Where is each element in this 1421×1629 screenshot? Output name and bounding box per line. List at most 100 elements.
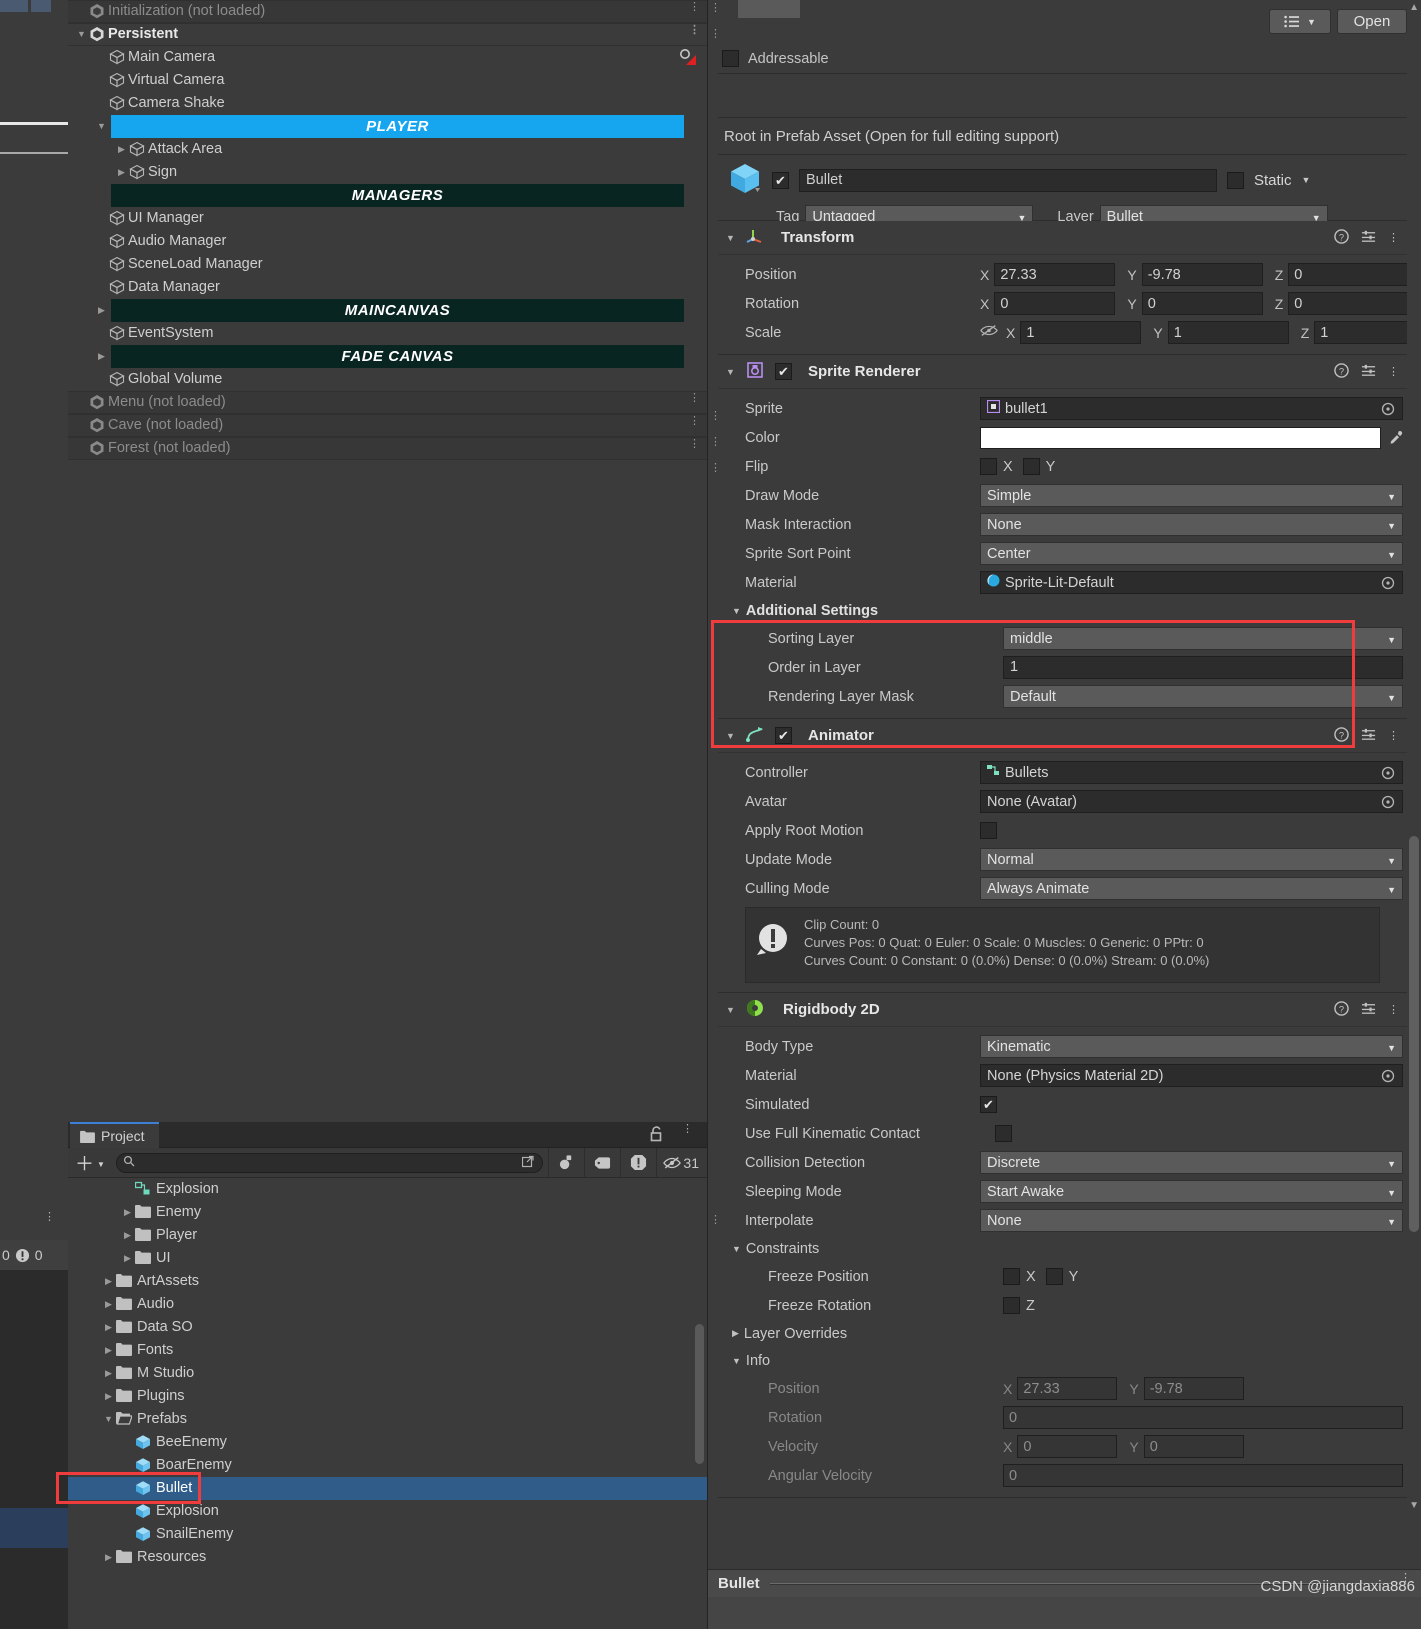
scroll-up-arrow-icon[interactable]: ▲ [1409,2,1419,13]
sorting-layer-dropdown[interactable]: middle ▼ [1003,627,1403,650]
use-full-kinematic-checkbox[interactable] [995,1125,1012,1142]
hierarchy-row[interactable]: ▶ Attack Area [68,138,707,161]
filter-type-button[interactable] [548,1147,584,1178]
hierarchy-row[interactable]: · Audio Manager [68,230,707,253]
help-icon[interactable]: ? [1334,727,1349,746]
scene-context-menu-dots[interactable]: ⋮ [689,416,700,427]
static-dropdown-chevron-icon[interactable]: ▼ [1302,175,1311,185]
context-menu-dots[interactable]: ⋮ [1388,1005,1399,1016]
static-checkbox[interactable] [1227,171,1244,189]
project-row[interactable]: BoarEnemy [68,1454,707,1477]
preset-icon[interactable] [1361,1001,1376,1020]
constrain-proportions-off-icon[interactable] [980,323,998,342]
component-list-dropdown[interactable]: ▼ [1269,9,1331,34]
foldout-right-icon[interactable]: ▶ [101,1362,116,1385]
hierarchy-row[interactable]: · UI Manager [68,207,707,230]
foldout-right-icon[interactable]: ▶ [94,345,109,368]
foldout-right-icon[interactable]: ▶ [101,1385,116,1408]
hierarchy-row[interactable]: · Camera Shake [68,92,707,115]
help-icon[interactable]: ? [1334,1001,1349,1020]
position-y-field[interactable]: -9.78 [1141,263,1263,286]
hierarchy-row[interactable]: ▼ Persistent ⋮ [68,23,707,46]
project-row[interactable]: Explosion [68,1500,707,1523]
project-row[interactable]: ▶ Audio [68,1293,707,1316]
project-row[interactable]: ▶ Player [68,1224,707,1247]
project-row[interactable]: ▶ M Studio [68,1362,707,1385]
hierarchy-row[interactable]: · Data Manager [68,276,707,299]
body-type-dropdown[interactable]: Kinematic ▼ [980,1035,1403,1058]
open-prefab-button[interactable]: Open [1337,9,1407,34]
sprite-renderer-header[interactable]: ▼ Sprite Renderer ? ⋮ [718,355,1407,389]
hierarchy-row[interactable]: · Forest (not loaded) ⋮ [68,437,707,460]
hierarchy-banner[interactable]: PLAYER [111,115,684,138]
foldout-down-icon[interactable]: ▼ [726,233,737,243]
tab-stub-1[interactable] [0,0,28,12]
context-menu-dots[interactable]: ⋮ [1388,731,1399,742]
context-menu-dots[interactable]: ⋮ [1388,233,1399,244]
hierarchy-row[interactable]: · Main Camera [68,46,707,69]
taskbar-item[interactable] [0,1508,68,1548]
scene-context-menu-dots[interactable]: ⋮ [689,25,700,36]
foldout-right-icon[interactable]: ▶ [94,299,109,322]
hierarchy-row[interactable]: · Cave (not loaded) ⋮ [68,414,707,437]
tab-project[interactable]: Project [70,1122,159,1148]
foldout-right-icon[interactable]: ▶ [120,1201,135,1224]
sprite-object-field[interactable]: bullet1 [980,397,1403,420]
hidden-objects-counter[interactable]: 31 [656,1147,704,1178]
hierarchy-row[interactable]: · Global Volume [68,368,707,391]
project-scrollbar[interactable] [695,1324,704,1464]
hierarchy-row[interactable]: · Menu (not loaded) ⋮ [68,391,707,414]
foldout-right-icon[interactable]: ▶ [101,1270,116,1293]
freeze-position-x-checkbox[interactable] [1003,1268,1020,1285]
scene-context-menu-dots[interactable]: ⋮ [689,439,700,450]
project-row[interactable]: ▶ UI [68,1247,707,1270]
flip-y-checkbox[interactable] [1022,458,1040,475]
avatar-object-field[interactable]: None (Avatar) [980,790,1403,813]
tab-stub-2[interactable] [31,0,51,12]
foldout-right-icon[interactable]: ▶ [120,1224,135,1247]
controller-object-field[interactable]: Bullets [980,761,1403,784]
foldout-right-icon[interactable]: ▶ [101,1339,116,1362]
material-object-field[interactable]: Sprite-Lit-Default [980,571,1403,594]
addressable-checkbox[interactable] [722,50,739,67]
hierarchy-row[interactable]: ▶ FADE CANVAS [68,345,707,368]
object-picker-icon[interactable] [1381,402,1395,420]
scene-context-menu-dots[interactable]: ⋮ [689,2,700,13]
apply-root-motion-checkbox[interactable] [980,822,997,839]
animator-enabled-checkbox[interactable] [775,727,792,744]
rotation-y-field[interactable]: 0 [1141,292,1263,315]
create-asset-button[interactable]: ＋ ▼ [71,1149,111,1176]
color-swatch-field[interactable] [980,426,1381,449]
help-icon[interactable]: ? [1334,229,1349,248]
search-expand-icon[interactable] [522,1154,536,1172]
hierarchy-row[interactable]: ▶ MAINCANVAS [68,299,707,322]
rotation-x-field[interactable]: 0 [994,292,1116,315]
foldout-right-icon[interactable]: ▶ [114,138,129,161]
hierarchy-banner[interactable]: FADE CANVAS [111,345,684,368]
position-z-field[interactable]: 0 [1288,263,1410,286]
sprite-renderer-enabled-checkbox[interactable] [775,363,792,380]
preset-icon[interactable] [1361,229,1376,248]
flip-x-checkbox[interactable] [980,458,997,475]
foldout-right-icon[interactable]: ▶ [120,1247,135,1270]
help-icon[interactable]: ? [1334,363,1349,382]
hierarchy-banner[interactable]: MANAGERS [111,184,684,207]
transform-header[interactable]: ▼ Transform ? ⋮ [718,221,1407,255]
update-mode-dropdown[interactable]: Normal ▼ [980,848,1403,871]
search-input[interactable] [139,1155,523,1170]
project-row[interactable]: SnailEnemy [68,1523,707,1546]
hierarchy-row[interactable]: · SceneLoad Manager [68,253,707,276]
scale-y-field[interactable]: 1 [1167,321,1289,344]
draw-mode-dropdown[interactable]: Simple ▼ [980,484,1403,507]
hierarchy-row[interactable]: · Virtual Camera [68,69,707,92]
constraints-foldout[interactable]: ▼ Constraints [718,1235,1407,1262]
position-x-field[interactable]: 27.33 [994,263,1116,286]
order-in-layer-field[interactable]: 1 [1003,656,1403,679]
project-row[interactable]: ▶ Fonts [68,1339,707,1362]
project-row[interactable]: ▼ Prefabs [68,1408,707,1431]
culling-mode-dropdown[interactable]: Always Animate ▼ [980,877,1403,900]
gameobject-name-field[interactable]: Bullet [799,168,1217,192]
lock-icon[interactable] [650,1126,663,1146]
object-picker-icon[interactable] [1381,766,1395,784]
project-row[interactable]: Explosion [68,1178,707,1201]
